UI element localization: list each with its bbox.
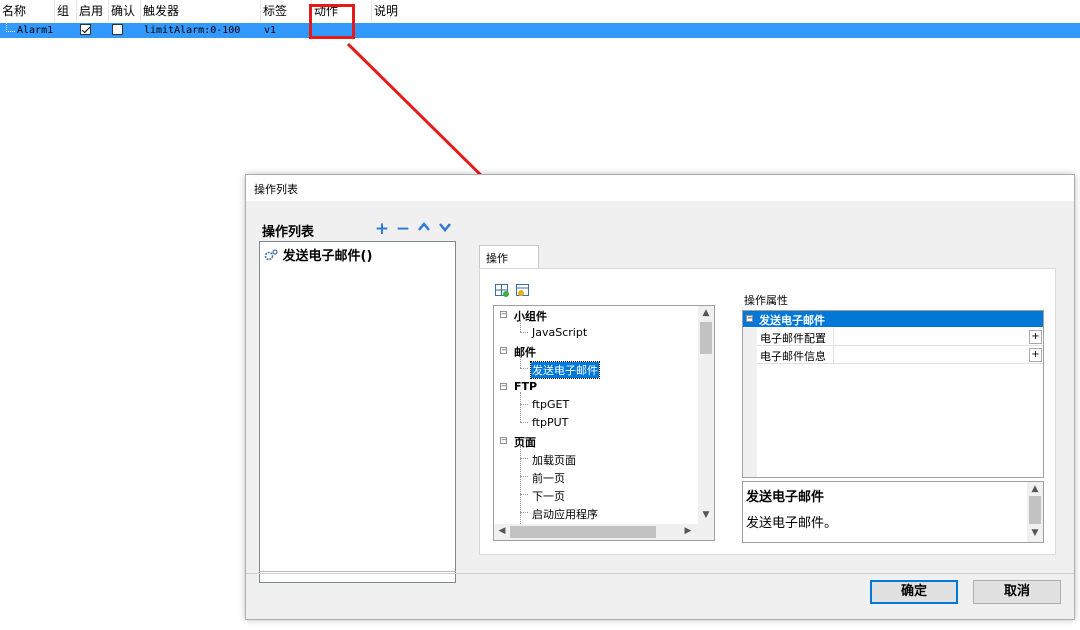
expand-all-icon[interactable] <box>495 284 510 298</box>
properties-label: 操作属性 <box>744 294 788 307</box>
ok-button[interactable]: 确定 <box>870 580 958 604</box>
property-category[interactable]: − 发送电子邮件 <box>743 311 1043 327</box>
tree-line <box>520 392 521 422</box>
chevron-up-icon <box>418 222 430 231</box>
expand-property-button[interactable]: + <box>1029 348 1042 362</box>
property-gutter <box>743 328 757 477</box>
remove-action-button[interactable]: − <box>394 219 412 239</box>
tree-expander[interactable]: − <box>500 347 507 354</box>
actions-tab-panel: − 小组件 JavaScript − 邮件 发送电子邮件 − FTP ftpGE… <box>479 268 1056 555</box>
action-list[interactable]: 发送电子邮件() <box>259 241 456 577</box>
tree-line <box>520 512 528 513</box>
tree-line <box>520 320 521 332</box>
tree-line <box>520 458 528 459</box>
property-name: 电子邮件配置 <box>760 332 826 345</box>
description-text: 发送电子邮件。 <box>746 516 838 531</box>
dialog-titlebar: 操作列表 <box>246 175 1074 201</box>
category-expander[interactable]: − <box>746 315 753 322</box>
cancel-button[interactable]: 取消 <box>973 580 1061 604</box>
tab-actions[interactable]: 操作 <box>479 245 539 269</box>
tree-item-load-page[interactable]: 加载页面 <box>532 452 576 468</box>
chevron-down-icon <box>439 223 451 232</box>
tree-group-widgets[interactable]: 小组件 <box>514 308 547 324</box>
scroll-thumb[interactable] <box>510 526 656 538</box>
tab-label: 操作 <box>486 252 508 265</box>
collapse-all-icon[interactable] <box>516 284 531 298</box>
action-list-dialog: 操作列表 操作列表 + − 发送电子邮件() 操作 − 小组件 JavaScri… <box>245 174 1075 620</box>
tree-item-previous-page[interactable]: 前一页 <box>532 470 565 486</box>
tree-line <box>520 494 528 495</box>
property-row-email-info[interactable]: 电子邮件信息 + <box>757 346 1043 364</box>
tree-line <box>520 422 528 423</box>
tree-group-mail[interactable]: 邮件 <box>514 344 536 360</box>
tree-item-next-page[interactable]: 下一页 <box>532 488 565 504</box>
scroll-thumb[interactable] <box>1029 496 1041 524</box>
scroll-left-icon[interactable]: ◀ <box>494 526 510 536</box>
tree-group-pages[interactable]: 页面 <box>514 434 536 450</box>
dialog-title: 操作列表 <box>254 183 298 196</box>
scroll-down-icon[interactable]: ▼ <box>698 510 714 520</box>
tree-item-ftpget[interactable]: ftpGET <box>532 398 569 411</box>
tree-hscroll[interactable]: ◀ ▶ <box>494 524 714 540</box>
tree-expander[interactable]: − <box>500 437 507 444</box>
tree-line <box>520 368 528 369</box>
tree-vscroll[interactable]: ▲ ▼ <box>698 306 714 524</box>
scroll-right-icon[interactable]: ▶ <box>680 526 696 536</box>
description-title: 发送电子邮件 <box>746 490 825 505</box>
property-row-email-config[interactable]: 电子邮件配置 + <box>757 328 1043 346</box>
add-action-button[interactable]: + <box>373 219 391 239</box>
list-item-label: 发送电子邮件() <box>282 249 373 264</box>
tree-item-ftpput[interactable]: ftpPUT <box>532 416 568 429</box>
tree-group-ftp[interactable]: FTP <box>514 380 537 393</box>
expand-property-button[interactable]: + <box>1029 330 1042 344</box>
scroll-up-icon[interactable]: ▲ <box>698 308 714 318</box>
property-grid[interactable]: − 发送电子邮件 电子邮件配置 + 电子邮件信息 + <box>742 310 1044 478</box>
tree-item-send-email[interactable]: 发送电子邮件 <box>530 361 600 379</box>
tree-item-launch-app[interactable]: 启动应用程序 <box>532 506 598 522</box>
property-value[interactable]: + <box>833 328 1044 345</box>
tree-expander[interactable]: − <box>500 311 507 318</box>
scroll-down-icon[interactable]: ▼ <box>1027 528 1043 538</box>
property-category-label: 发送电子邮件 <box>759 314 825 327</box>
move-down-button[interactable] <box>436 219 454 239</box>
list-item[interactable]: 发送电子邮件() <box>264 245 372 264</box>
description-box: 发送电子邮件 发送电子邮件。 ▲ ▼ <box>742 481 1044 543</box>
divider <box>246 573 1074 574</box>
move-up-button[interactable] <box>415 219 433 239</box>
scroll-up-icon[interactable]: ▲ <box>1027 484 1043 494</box>
action-list-label: 操作列表 <box>262 225 315 240</box>
property-name: 电子邮件信息 <box>760 350 826 363</box>
gear-icon <box>264 249 278 261</box>
action-tree[interactable]: − 小组件 JavaScript − 邮件 发送电子邮件 − FTP ftpGE… <box>493 305 715 541</box>
tree-line <box>520 356 521 368</box>
tree-line <box>520 404 528 405</box>
tree-line <box>520 332 528 333</box>
scroll-thumb[interactable] <box>700 322 712 354</box>
description-vscroll[interactable]: ▲ ▼ <box>1027 482 1043 542</box>
tree-item-javascript[interactable]: JavaScript <box>532 326 587 339</box>
tree-expander[interactable]: − <box>500 383 507 390</box>
tree-line <box>520 476 528 477</box>
property-value[interactable]: + <box>833 346 1044 363</box>
